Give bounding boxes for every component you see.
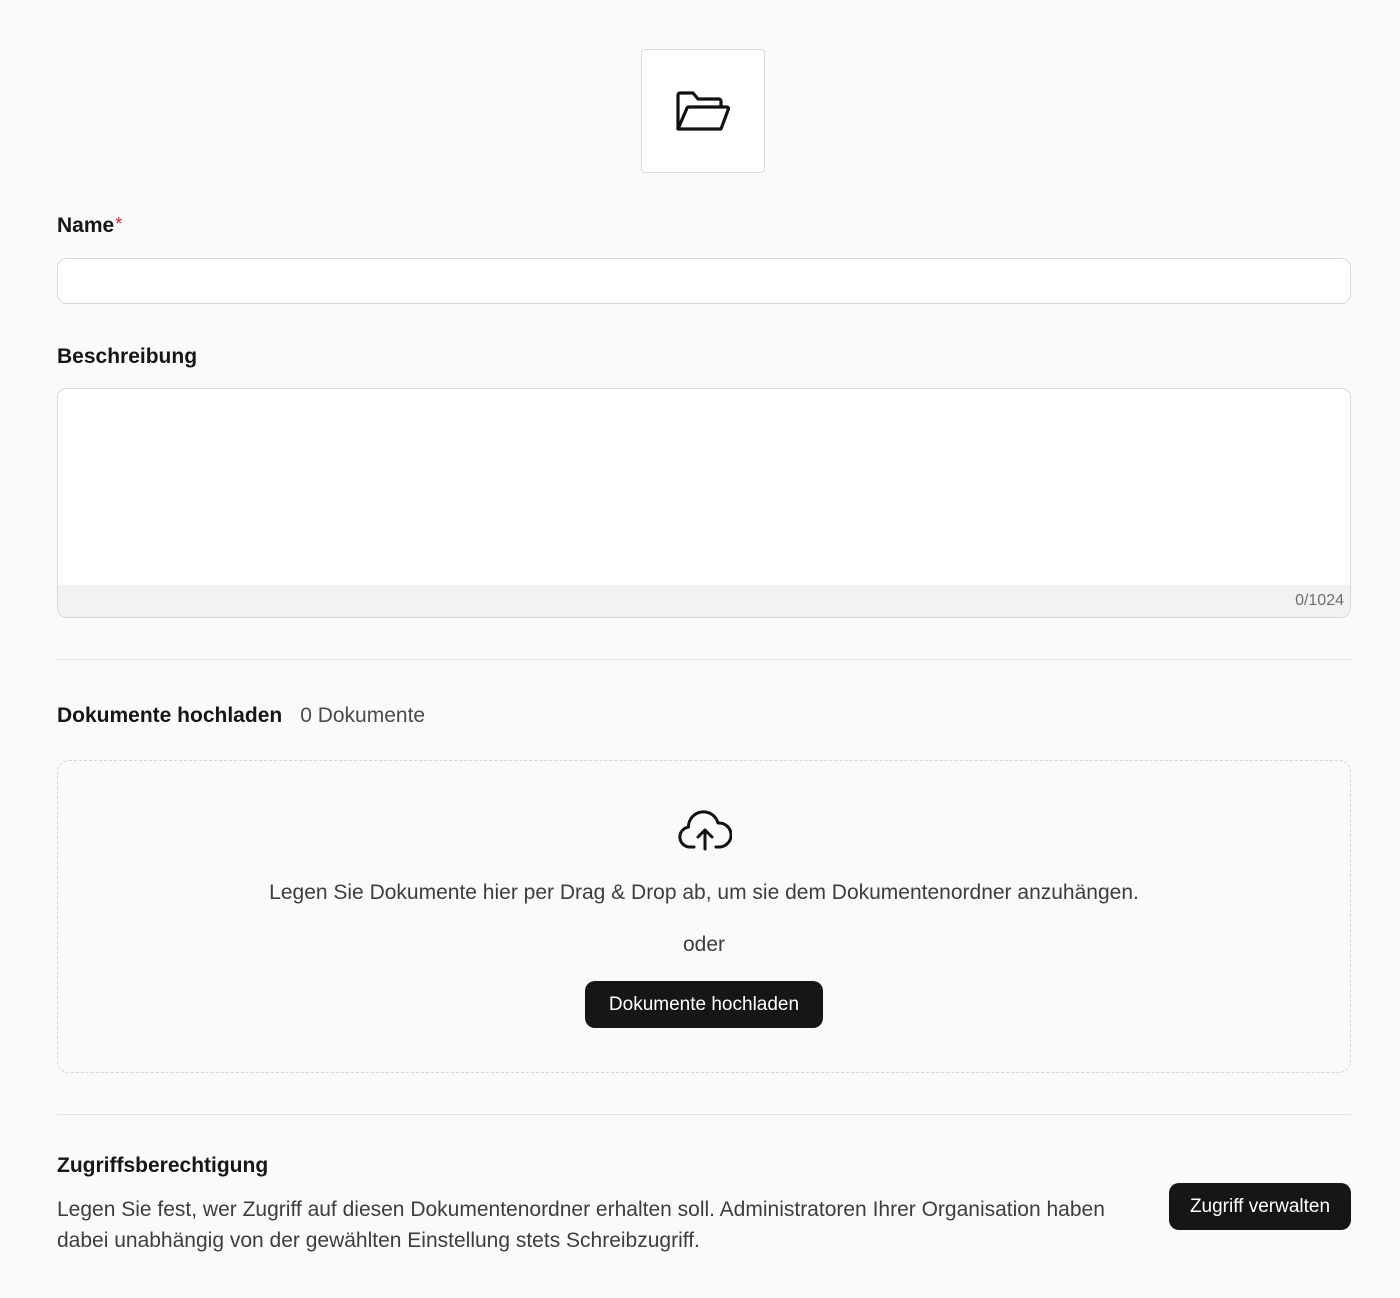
section-divider bbox=[57, 659, 1351, 660]
section-divider bbox=[57, 1114, 1351, 1115]
access-description: Legen Sie fest, wer Zugriff auf diesen D… bbox=[57, 1198, 1105, 1252]
document-count: 0 Dokumente bbox=[300, 704, 426, 727]
name-label-text: Name bbox=[57, 214, 115, 237]
character-counter: 0/1024 bbox=[1295, 592, 1344, 609]
description-field: 0/1024 bbox=[57, 388, 1351, 618]
description-footer: 0/1024 bbox=[58, 585, 1350, 617]
folder-open-icon bbox=[676, 91, 731, 131]
dropzone-or: oder bbox=[682, 933, 726, 956]
upload-section-title: Dokumente hochladen bbox=[57, 704, 283, 727]
access-section-title: Zugriffsberechtigung bbox=[57, 1154, 269, 1177]
upload-documents-button[interactable]: Dokumente hochladen bbox=[585, 981, 823, 1028]
manage-access-button[interactable]: Zugriff verwalten bbox=[1169, 1183, 1351, 1230]
name-input[interactable] bbox=[57, 258, 1351, 304]
dropzone-instructions: Legen Sie Dokumente hier per Drag & Drop… bbox=[269, 881, 1139, 904]
upload-section-header: Dokumente hochladen 0 Dokumente bbox=[57, 704, 425, 728]
upload-dropzone[interactable]: Legen Sie Dokumente hier per Drag & Drop… bbox=[57, 760, 1351, 1073]
folder-icon-tile bbox=[641, 49, 765, 173]
name-label: Name* bbox=[57, 214, 122, 238]
description-label: Beschreibung bbox=[57, 345, 198, 368]
description-textarea[interactable] bbox=[58, 389, 1350, 585]
required-mark: * bbox=[115, 214, 123, 234]
cloud-upload-icon bbox=[678, 810, 732, 851]
